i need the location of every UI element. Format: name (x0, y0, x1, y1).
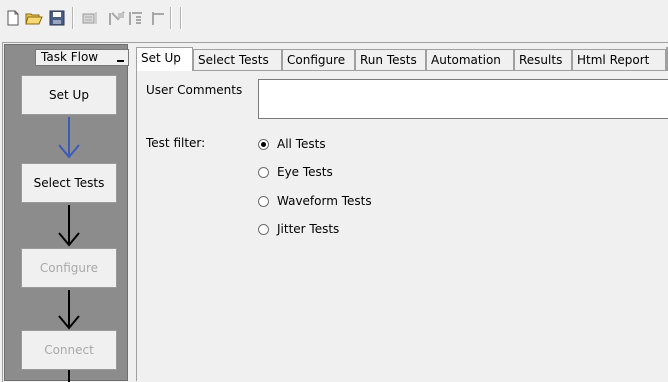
tab-label: Set Up (141, 51, 181, 65)
toolbar-separator (72, 7, 74, 29)
filter-option-label: Eye Tests (277, 165, 333, 179)
flow-arrow-icon (68, 370, 70, 382)
tab-label: Automation (431, 53, 501, 67)
task-flow-header: Task Flow (35, 49, 129, 66)
results-icon[interactable] (80, 9, 98, 27)
stop-icon[interactable] (150, 9, 168, 27)
filter-option-all-tests[interactable]: All Tests (258, 136, 326, 152)
task-flow-title: Task Flow (41, 50, 99, 64)
run-all-icon[interactable] (128, 9, 146, 27)
tab-automation[interactable]: Automation (426, 49, 514, 70)
tab-run-tests[interactable]: Run Tests (355, 49, 426, 70)
toolbar (0, 0, 668, 34)
minimize-icon[interactable] (117, 60, 124, 62)
radio-button-icon[interactable] (258, 166, 269, 178)
radio-button-icon[interactable] (258, 223, 269, 235)
taskflow-step-label: Set Up (49, 88, 89, 102)
new-file-icon[interactable] (4, 9, 22, 27)
tab-label: Select Tests (198, 53, 269, 67)
tab-label: Results (519, 53, 563, 67)
flow-arrow-icon (58, 205, 80, 247)
user-comments-label: User Comments (146, 83, 243, 97)
toolbar-separator (180, 7, 182, 29)
tab-results[interactable]: Results (514, 49, 572, 70)
filter-option-label: Waveform Tests (277, 194, 372, 208)
flow-arrow-icon (58, 117, 80, 159)
tab-select-tests[interactable]: Select Tests (193, 49, 282, 70)
filter-option-waveform-tests[interactable]: Waveform Tests (258, 193, 372, 209)
tab-html-report[interactable]: Html Report (572, 49, 666, 70)
flow-arrow-icon (58, 290, 80, 330)
open-folder-icon[interactable] (25, 9, 43, 27)
tab-label: Configure (287, 53, 346, 67)
tab-setup[interactable]: Set Up (136, 47, 193, 71)
tab-label: Html Report (577, 53, 650, 67)
filter-option-label: Jitter Tests (277, 222, 340, 236)
tab-bar: Set Up Select Tests Configure Run Tests … (136, 47, 668, 71)
taskflow-configure-button[interactable]: Configure (21, 248, 117, 288)
filter-option-eye-tests[interactable]: Eye Tests (258, 164, 333, 180)
save-icon[interactable] (48, 9, 66, 27)
taskflow-step-label: Connect (44, 343, 94, 357)
test-filter-label: Test filter: (146, 136, 206, 150)
task-flow-panel: Task Flow Set Up Select Tests Configure … (4, 44, 129, 382)
radio-button-icon[interactable] (258, 138, 269, 150)
filter-option-label: All Tests (277, 137, 326, 151)
radio-button-icon[interactable] (258, 195, 269, 207)
tab-configure[interactable]: Configure (282, 49, 355, 70)
toolbar-separator (170, 7, 172, 29)
taskflow-select-tests-button[interactable]: Select Tests (21, 163, 117, 203)
taskflow-connect-button[interactable]: Connect (21, 330, 117, 370)
user-comments-field[interactable] (258, 79, 668, 119)
filter-option-jitter-tests[interactable]: Jitter Tests (258, 221, 339, 237)
taskflow-step-label: Select Tests (33, 176, 105, 190)
taskflow-step-label: Configure (39, 261, 99, 275)
tab-label: Run Tests (360, 53, 417, 67)
run-marked-icon[interactable] (108, 9, 126, 27)
taskflow-setup-button[interactable]: Set Up (21, 75, 117, 115)
